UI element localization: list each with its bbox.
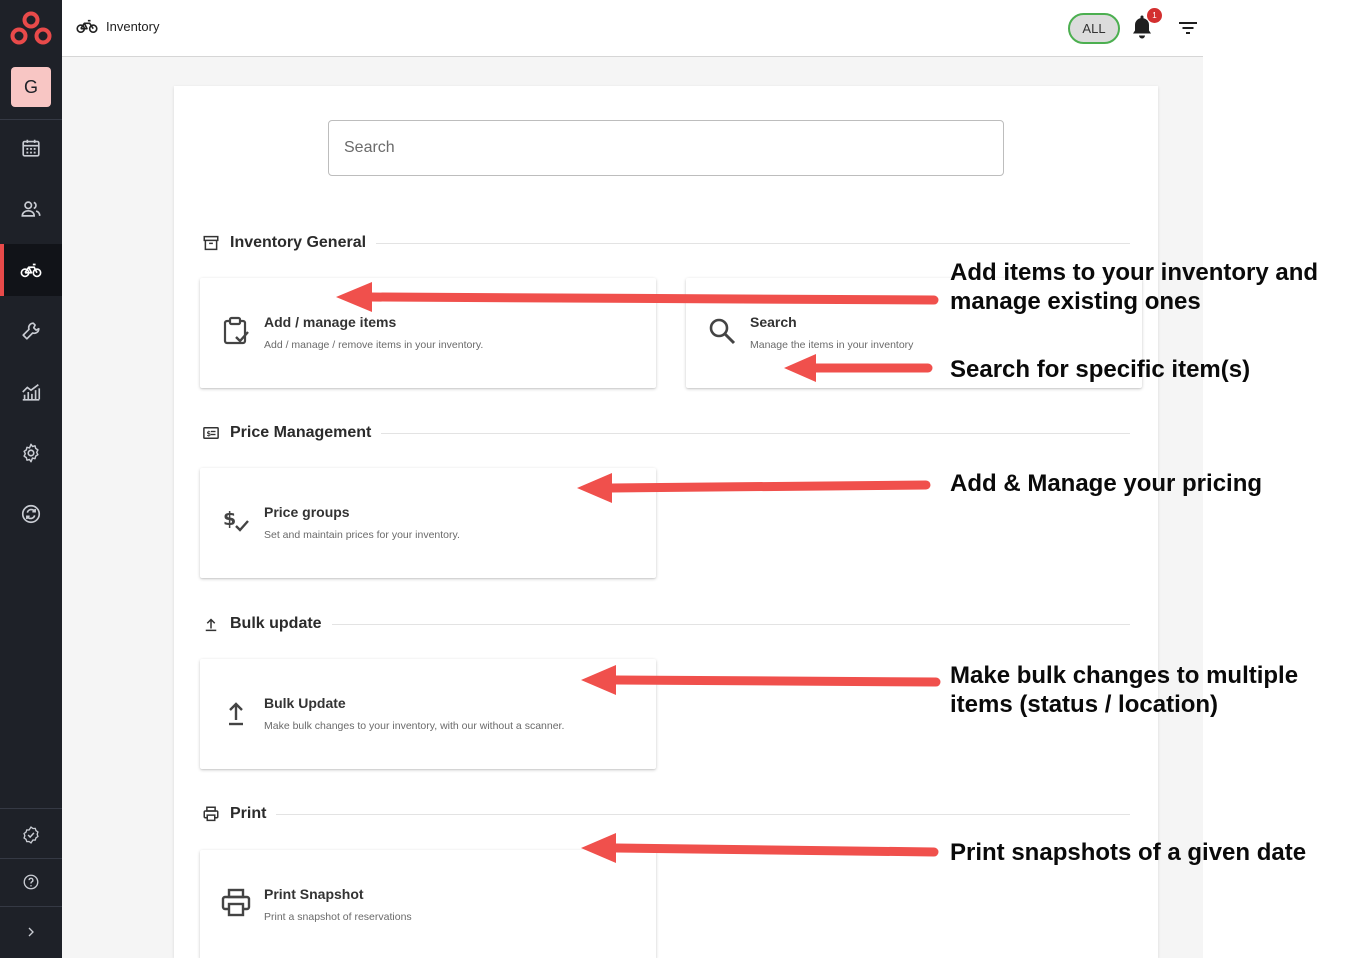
sidebar-item-settings[interactable] <box>0 427 62 479</box>
notification-badge: 1 <box>1147 8 1162 23</box>
sidebar-item-maintenance[interactable] <box>0 305 62 357</box>
section-title: Price Management <box>230 424 372 441</box>
section-price-management: $ Price Management <box>202 421 1130 445</box>
top-bar: Inventory ALL 1 <box>62 0 1203 57</box>
annotation-search: Search for specific item(s) <box>950 356 1251 383</box>
card-add-manage-items[interactable]: Add / manage items Add / manage / remove… <box>200 278 656 388</box>
app-window: G Inventory ALL 1 Search Inventory Gener… <box>0 0 1368 958</box>
price-tag-icon: $ <box>203 427 219 439</box>
filter-icon[interactable] <box>1176 17 1200 39</box>
section-divider <box>276 813 1130 815</box>
sidebar: G <box>0 0 62 958</box>
card-description: Make bulk changes to your inventory, wit… <box>264 720 565 732</box>
location-filter-chip[interactable]: ALL <box>1068 13 1120 44</box>
card-description: Set and maintain prices for your invento… <box>264 529 460 541</box>
app-logo[interactable] <box>8 8 54 48</box>
section-title: Print <box>230 805 267 822</box>
section-divider <box>331 623 1130 625</box>
sidebar-item-verified[interactable] <box>0 809 62 861</box>
section-title: Bulk update <box>230 615 322 632</box>
upload-icon <box>229 702 243 726</box>
archive-icon <box>203 235 219 251</box>
sync-icon <box>21 504 41 524</box>
annotation-bulk: Make bulk changes to multiple items (sta… <box>950 661 1298 719</box>
annotation-line: Add items to your inventory and manage e… <box>950 259 1319 315</box>
sidebar-expand-button[interactable] <box>0 907 62 957</box>
user-avatar[interactable]: G <box>11 67 51 107</box>
help-icon <box>23 874 39 890</box>
card-print-snapshot[interactable]: Print Snapshot Print a snapshot of reser… <box>200 850 656 958</box>
page-title-label: Inventory <box>106 18 160 34</box>
chevron-right-icon <box>28 927 34 937</box>
users-icon <box>21 201 41 217</box>
card-title: Add / manage items <box>264 314 397 330</box>
upload-icon <box>205 618 217 632</box>
card-title: Price groups <box>264 504 350 520</box>
section-title: Inventory General <box>230 234 367 251</box>
sidebar-item-help[interactable] <box>0 858 62 906</box>
clipboard-check-icon <box>223 316 249 345</box>
dollar-check-icon: $ <box>223 508 249 532</box>
sidebar-item-analytics[interactable] <box>0 366 62 418</box>
sidebar-item-sync[interactable] <box>0 488 62 540</box>
printer-icon <box>203 806 219 822</box>
annotation-add-manage: Add items to your inventory and manage e… <box>950 258 1318 316</box>
printer-icon <box>221 888 251 917</box>
card-description: Print a snapshot of reservations <box>264 911 412 923</box>
card-bulk-update[interactable]: Bulk Update Make bulk changes to your in… <box>200 659 656 769</box>
page-title: Inventory <box>76 18 159 34</box>
calendar-icon <box>22 139 40 157</box>
card-price-groups[interactable]: $ Price groups Set and maintain prices f… <box>200 468 656 578</box>
card-title: Print Snapshot <box>264 886 364 902</box>
section-divider <box>376 242 1130 244</box>
analytics-icon <box>22 384 41 401</box>
card-title: Bulk Update <box>264 695 346 711</box>
svg-text:$: $ <box>207 430 212 438</box>
section-print: Print <box>202 802 1130 826</box>
search-icon <box>709 318 736 345</box>
annotation-pricing: Add & Manage your pricing <box>950 470 1263 497</box>
section-inventory-general: Inventory General <box>202 231 1130 255</box>
wrench-icon <box>22 322 40 340</box>
card-description: Add / manage / remove items in your inve… <box>264 339 484 351</box>
sidebar-item-customers[interactable] <box>0 183 62 235</box>
svg-text:$: $ <box>223 508 236 530</box>
search-input[interactable] <box>328 120 1004 176</box>
section-divider <box>381 432 1130 434</box>
gear-icon <box>23 443 39 463</box>
bike-icon <box>20 263 42 278</box>
bike-icon <box>76 19 98 34</box>
section-bulk-update: Bulk update <box>202 612 1130 636</box>
inventory-panel: Inventory General Add / manage items Add… <box>174 86 1158 958</box>
card-description: Manage the items in your inventory <box>750 339 914 351</box>
sidebar-divider <box>0 119 62 120</box>
card-title: Search <box>750 314 797 330</box>
annotation-print: Print snapshots of a given date <box>950 839 1307 866</box>
annotation-line: Make bulk changes to multiple items (sta… <box>950 662 1299 718</box>
sidebar-item-calendar[interactable] <box>0 122 62 174</box>
sidebar-item-inventory[interactable] <box>0 244 62 296</box>
check-badge-icon <box>23 826 39 844</box>
